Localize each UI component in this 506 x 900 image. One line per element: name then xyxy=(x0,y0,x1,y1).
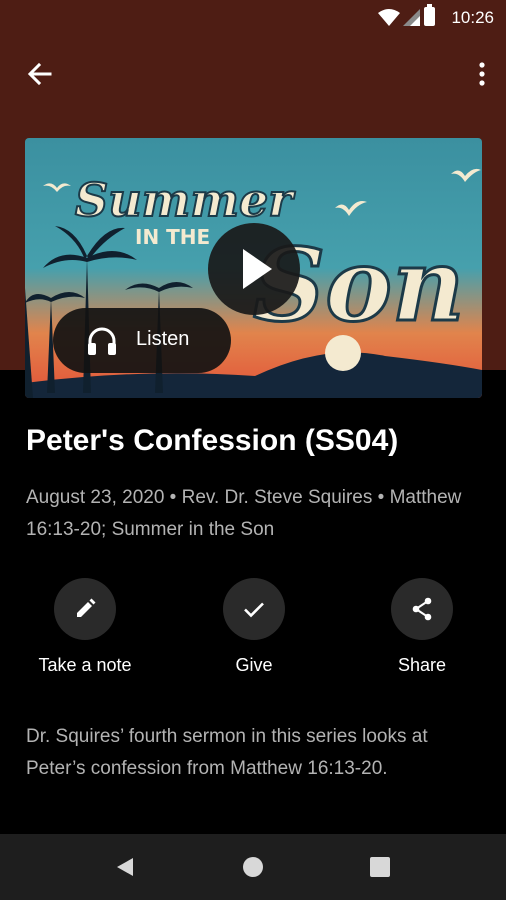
nav-recents-icon[interactable] xyxy=(370,857,390,877)
system-navigation-bar xyxy=(0,834,506,900)
sermon-meta: August 23, 2020 • Rev. Dr. Steve Squires… xyxy=(26,487,462,540)
artwork-title-line1: Summer xyxy=(75,173,296,227)
share-label: Share xyxy=(397,655,447,675)
listen-label: Listen xyxy=(136,328,190,350)
listen-button[interactable]: Listen xyxy=(53,308,231,373)
play-button[interactable] xyxy=(208,223,300,315)
nav-home-icon[interactable] xyxy=(243,857,263,877)
give-label: Give xyxy=(235,655,273,675)
artwork-title-line2: IN THE xyxy=(135,225,210,249)
pencil-icon xyxy=(77,598,96,617)
back-button[interactable] xyxy=(20,54,60,94)
sermon-description: Dr. Squires’ fourth sermon in this serie… xyxy=(26,726,428,779)
more-options-button[interactable] xyxy=(456,54,492,94)
share-icon xyxy=(412,597,432,621)
status-bar: 10:26 xyxy=(0,0,506,36)
play-icon xyxy=(243,249,272,289)
signal-icon xyxy=(403,9,420,26)
give-button[interactable]: Give xyxy=(184,578,324,678)
more-vert-icon xyxy=(479,62,485,86)
wifi-icon xyxy=(378,9,400,26)
take-note-button[interactable]: Take a note xyxy=(15,578,155,678)
status-time: 10:26 xyxy=(451,8,494,27)
share-button[interactable]: Share xyxy=(352,578,492,678)
share-circle xyxy=(391,578,453,640)
check-icon xyxy=(244,602,264,618)
battery-icon xyxy=(424,4,435,26)
top-app-bar xyxy=(0,44,506,104)
arrow-back-icon xyxy=(27,62,52,86)
take-note-circle xyxy=(54,578,116,640)
sermon-title: Peter's Confession (SS04) xyxy=(26,424,399,457)
give-circle xyxy=(223,578,285,640)
nav-back-icon[interactable] xyxy=(114,856,136,878)
headphones-icon xyxy=(88,327,116,355)
take-note-label: Take a note xyxy=(38,655,132,675)
